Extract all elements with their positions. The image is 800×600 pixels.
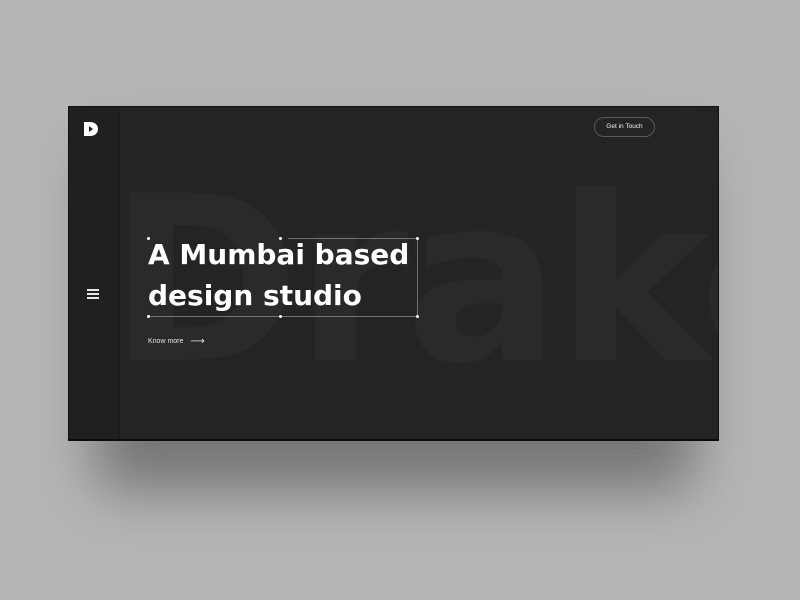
website-window: Drake Get in Touch A Mumbai based design… [68, 106, 719, 441]
headline-line-2: design studio [148, 279, 362, 312]
drake-logo-icon[interactable] [82, 120, 100, 138]
sidebar [69, 107, 120, 439]
stage-background: Drake Get in Touch A Mumbai based design… [0, 0, 800, 600]
hero-headline: A Mumbai based design studio [148, 234, 448, 316]
know-more-link[interactable]: Know more ⟶ [148, 336, 205, 347]
get-in-touch-button[interactable]: Get in Touch [594, 117, 655, 137]
know-more-label: Know more [148, 338, 184, 345]
arrow-right-icon: ⟶ [190, 336, 205, 347]
hamburger-menu-icon[interactable] [87, 289, 99, 299]
headline-line-1: A Mumbai based [148, 238, 410, 271]
